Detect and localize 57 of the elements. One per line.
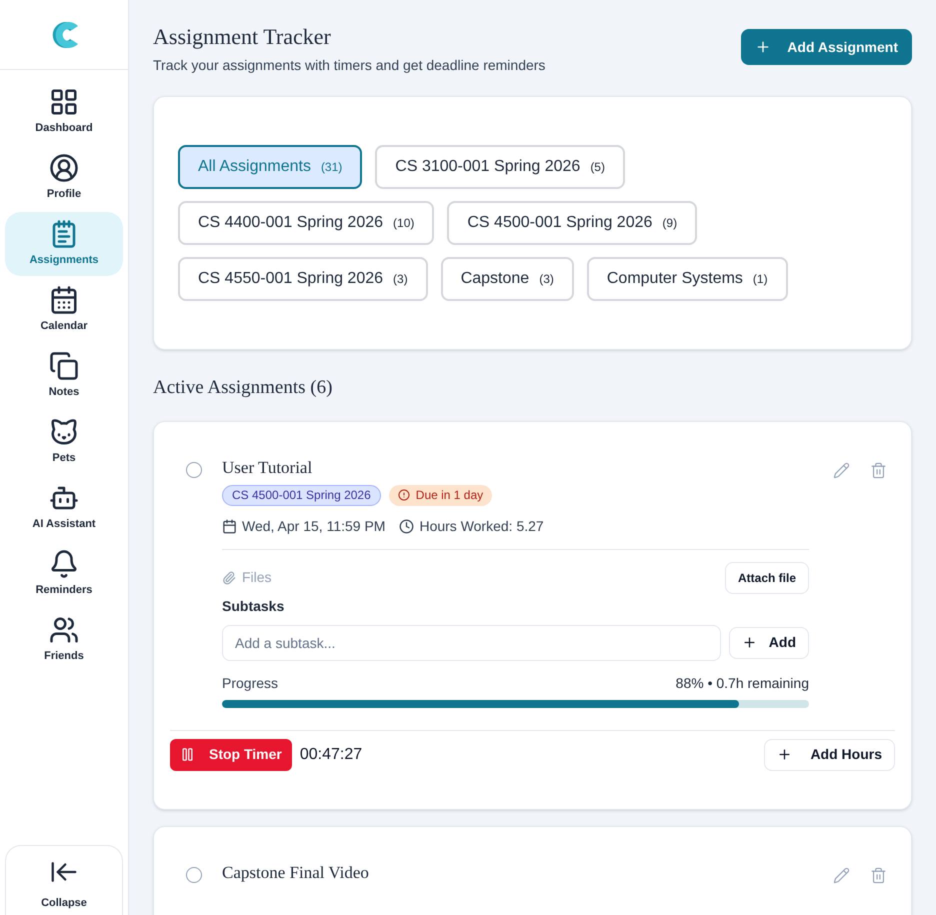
delete-icon[interactable]: [870, 866, 887, 884]
filter-chip[interactable]: Computer Systems (1): [586, 257, 788, 301]
completion-checkbox[interactable]: [186, 462, 202, 478]
hours-worked: Hours Worked: 5.27: [419, 516, 544, 536]
sidebar-item[interactable]: Friends: [5, 608, 123, 672]
attach-file-button[interactable]: Attach file: [724, 562, 809, 594]
plus-icon: [742, 635, 757, 650]
filter-chip[interactable]: CS 4500-001 Spring 2026 (9): [447, 201, 698, 245]
filter-chip[interactable]: CS 4550-001 Spring 2026 (3): [178, 257, 428, 301]
filter-chip[interactable]: Capstone (3): [440, 257, 574, 301]
due-date: Wed, Apr 15, 11:59 PM: [242, 516, 386, 536]
sidebar-item[interactable]: Reminders: [5, 542, 123, 606]
pause-icon: [180, 747, 195, 762]
calendar-icon: [222, 518, 237, 534]
edit-icon[interactable]: [833, 866, 850, 884]
calendar-icon: [49, 285, 79, 316]
assignment-title: User Tutorial: [222, 456, 314, 478]
bell-icon: [49, 549, 79, 580]
page-subtitle: Track your assignments with timers and get deadline reminders: [153, 56, 546, 75]
dashboard-icon: [49, 87, 79, 118]
timer-display: 00:47:27: [300, 744, 362, 764]
plus-icon: [777, 747, 792, 762]
sidebar-item[interactable]: Dashboard: [5, 80, 123, 144]
filter-chip[interactable]: CS 4400-001 Spring 2026 (10): [178, 201, 434, 245]
pet-icon: [49, 417, 79, 448]
course-tag: CS 4500-001 Spring 2026: [222, 484, 381, 506]
filter-chip[interactable]: CS 3100-001 Spring 2026 (5): [375, 145, 625, 189]
page-title: Assignment Tracker: [153, 23, 332, 51]
sidebar-item[interactable]: Notes: [5, 344, 123, 408]
profile-icon: [49, 153, 79, 184]
section-title: Active Assignments (6): [153, 376, 334, 400]
files-label: Files: [242, 568, 272, 587]
delete-icon[interactable]: [870, 462, 887, 478]
edit-icon[interactable]: [833, 462, 850, 478]
notes-icon: [49, 351, 79, 382]
sidebar-item[interactable]: Pets: [5, 410, 123, 474]
due-badge: Due in 1 day: [388, 484, 492, 506]
friends-icon: [49, 615, 79, 646]
sidebar-item[interactable]: Profile: [5, 146, 123, 210]
clock-icon: [399, 518, 414, 534]
add-assignment-button[interactable]: Add Assignment: [741, 29, 912, 65]
filter-chip[interactable]: All Assignments (31): [178, 145, 362, 189]
subtask-input[interactable]: Add a subtask...: [222, 624, 721, 660]
alert-icon: [398, 489, 410, 501]
subtasks-label: Subtasks: [222, 596, 286, 616]
stop-timer-button[interactable]: Stop Timer: [170, 738, 292, 770]
add-hours-button[interactable]: Add Hours: [764, 738, 895, 770]
collapse-button[interactable]: Collapse: [5, 845, 123, 915]
progress-label: Progress: [222, 674, 278, 693]
sidebar-item[interactable]: Assignments: [5, 212, 123, 276]
add-subtask-button[interactable]: Add: [728, 626, 809, 658]
paperclip-icon: [222, 570, 236, 584]
progress-reading: 88% • 0.7h remaining: [676, 674, 809, 693]
sidebar-item[interactable]: AI Assistant: [5, 476, 123, 540]
completion-checkbox[interactable]: [186, 866, 202, 882]
sidebar-item[interactable]: Calendar: [5, 278, 123, 342]
assignment-title: Capstone Final Video: [222, 862, 370, 884]
